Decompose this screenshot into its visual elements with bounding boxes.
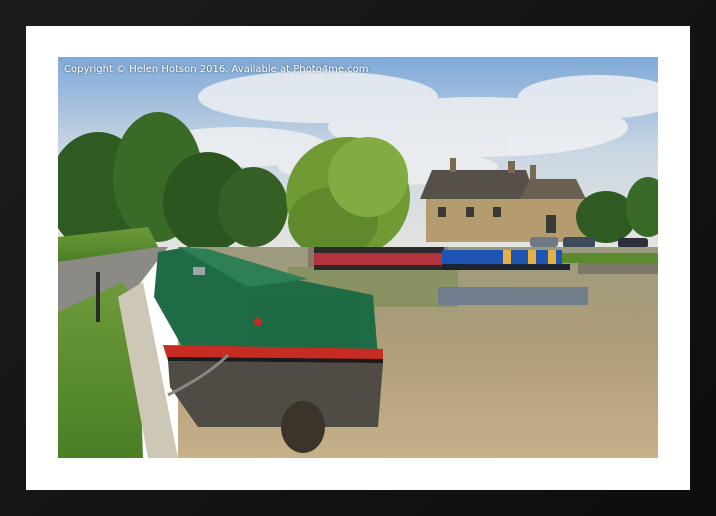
willow-tree bbox=[286, 137, 410, 257]
canal-photo bbox=[58, 57, 658, 458]
far-bank-wall bbox=[578, 262, 658, 274]
red-narrowboat bbox=[314, 247, 444, 270]
mooring-post bbox=[96, 272, 100, 322]
copyright-watermark: Copyright © Helen Hotson 2016. Available… bbox=[64, 64, 369, 75]
parked-cars bbox=[530, 237, 648, 248]
blue-narrowboats bbox=[442, 250, 570, 270]
canal-scene bbox=[58, 57, 658, 458]
